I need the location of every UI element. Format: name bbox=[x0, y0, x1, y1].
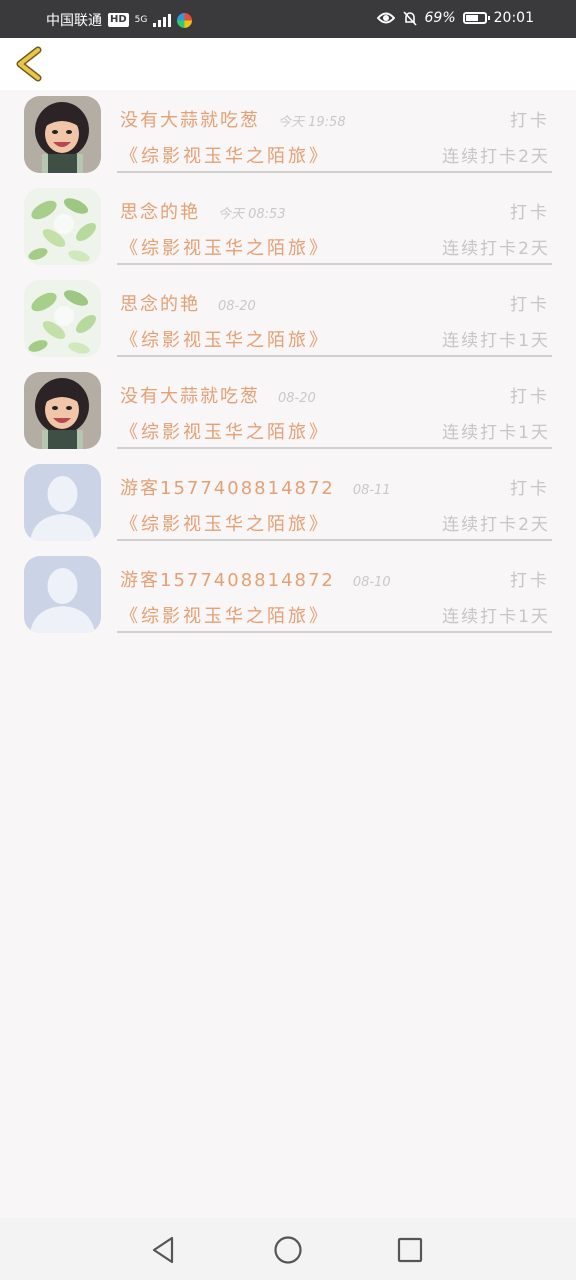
user-name[interactable]: 思念的艳 bbox=[120, 202, 200, 223]
circle-home-icon bbox=[274, 1236, 302, 1264]
divider bbox=[117, 263, 552, 265]
avatar[interactable] bbox=[24, 280, 101, 357]
checkin-time: 08-11 bbox=[352, 483, 391, 498]
user-name[interactable]: 游客1577408814872 bbox=[120, 478, 335, 499]
eye-icon bbox=[376, 12, 395, 24]
back-button[interactable] bbox=[12, 44, 52, 84]
user-name[interactable]: 没有大蒜就吃葱 bbox=[120, 110, 260, 131]
user-name[interactable]: 没有大蒜就吃葱 bbox=[120, 386, 260, 407]
avatar[interactable] bbox=[24, 372, 101, 449]
app-notification-icon bbox=[177, 12, 193, 28]
checkin-item[interactable]: 思念的艳 08-20 打卡 《综影视玉华之陌旅》 连续打卡1天 bbox=[0, 274, 576, 366]
streak-label: 连续打卡1天 bbox=[442, 607, 550, 627]
book-title[interactable]: 《综影视玉华之陌旅》 bbox=[120, 330, 330, 351]
green-leaves-avatar bbox=[24, 188, 101, 265]
clock: 20:01 bbox=[493, 10, 534, 26]
checkin-action-label: 打卡 bbox=[510, 571, 550, 591]
cartoon-girl-avatar bbox=[24, 372, 101, 449]
streak-label: 连续打卡1天 bbox=[442, 331, 550, 351]
checkin-action-label: 打卡 bbox=[510, 387, 550, 407]
battery-percent: 69% bbox=[424, 10, 456, 26]
checkin-item[interactable]: 游客1577408814872 08-10 打卡 《综影视玉华之陌旅》 连续打卡1… bbox=[0, 550, 576, 642]
checkin-time: 今天 08:53 bbox=[218, 207, 286, 222]
checkin-action-label: 打卡 bbox=[510, 111, 550, 131]
checkin-action-label: 打卡 bbox=[510, 295, 550, 315]
checkin-item[interactable]: 思念的艳 今天 08:53 打卡 《综影视玉华之陌旅》 连续打卡2天 bbox=[0, 182, 576, 274]
default-person-avatar bbox=[24, 464, 101, 541]
checkin-list: 没有大蒜就吃葱 今天 19:58 打卡 《综影视玉华之陌旅》 连续打卡2天 思念的… bbox=[0, 90, 576, 642]
user-name[interactable]: 思念的艳 bbox=[120, 294, 200, 315]
book-title[interactable]: 《综影视玉华之陌旅》 bbox=[120, 238, 330, 259]
chevron-left-icon bbox=[16, 46, 42, 82]
green-leaves-avatar bbox=[24, 280, 101, 357]
user-name[interactable]: 游客1577408814872 bbox=[120, 570, 335, 591]
checkin-item[interactable]: 没有大蒜就吃葱 今天 19:58 打卡 《综影视玉华之陌旅》 连续打卡2天 bbox=[0, 90, 576, 182]
nav-back-button[interactable] bbox=[148, 1234, 180, 1266]
book-title[interactable]: 《综影视玉华之陌旅》 bbox=[120, 514, 330, 535]
nav-home-button[interactable] bbox=[272, 1234, 304, 1266]
avatar[interactable] bbox=[24, 188, 101, 265]
network-type: 5G bbox=[134, 15, 148, 25]
triangle-back-icon bbox=[152, 1236, 174, 1264]
avatar[interactable] bbox=[24, 464, 101, 541]
streak-label: 连续打卡2天 bbox=[442, 515, 550, 535]
book-title[interactable]: 《综影视玉华之陌旅》 bbox=[120, 606, 330, 627]
checkin-action-label: 打卡 bbox=[510, 479, 550, 499]
checkin-time: 今天 19:58 bbox=[278, 115, 346, 130]
battery-icon bbox=[462, 12, 490, 24]
checkin-item[interactable]: 没有大蒜就吃葱 08-20 打卡 《综影视玉华之陌旅》 连续打卡1天 bbox=[0, 366, 576, 458]
mute-bell-icon bbox=[402, 11, 417, 26]
checkin-time: 08-20 bbox=[218, 299, 256, 314]
avatar[interactable] bbox=[24, 96, 101, 173]
divider bbox=[117, 171, 552, 173]
book-title[interactable]: 《综影视玉华之陌旅》 bbox=[120, 146, 330, 167]
checkin-time: 08-10 bbox=[352, 575, 391, 590]
header-bar bbox=[0, 38, 576, 90]
checkin-time: 08-20 bbox=[278, 391, 316, 406]
divider bbox=[117, 355, 552, 357]
checkin-action-label: 打卡 bbox=[510, 203, 550, 223]
streak-label: 连续打卡1天 bbox=[442, 423, 550, 443]
streak-label: 连续打卡2天 bbox=[442, 147, 550, 167]
cartoon-girl-avatar bbox=[24, 96, 101, 173]
divider bbox=[117, 447, 552, 449]
square-recents-icon bbox=[397, 1237, 423, 1263]
avatar[interactable] bbox=[24, 556, 101, 633]
nav-recents-button[interactable] bbox=[394, 1234, 426, 1266]
default-person-avatar bbox=[24, 556, 101, 633]
divider bbox=[117, 539, 552, 541]
checkin-item[interactable]: 游客1577408814872 08-11 打卡 《综影视玉华之陌旅》 连续打卡2… bbox=[0, 458, 576, 550]
signal-icon bbox=[153, 13, 172, 27]
system-nav-bar bbox=[0, 1218, 576, 1280]
status-bar: 中国联通 HD 5G 69% 20:01 bbox=[0, 0, 576, 38]
streak-label: 连续打卡2天 bbox=[442, 239, 550, 259]
hd-icon: HD bbox=[108, 13, 129, 27]
carrier-name: 中国联通 bbox=[46, 13, 102, 29]
book-title[interactable]: 《综影视玉华之陌旅》 bbox=[120, 422, 330, 443]
divider bbox=[117, 631, 552, 633]
